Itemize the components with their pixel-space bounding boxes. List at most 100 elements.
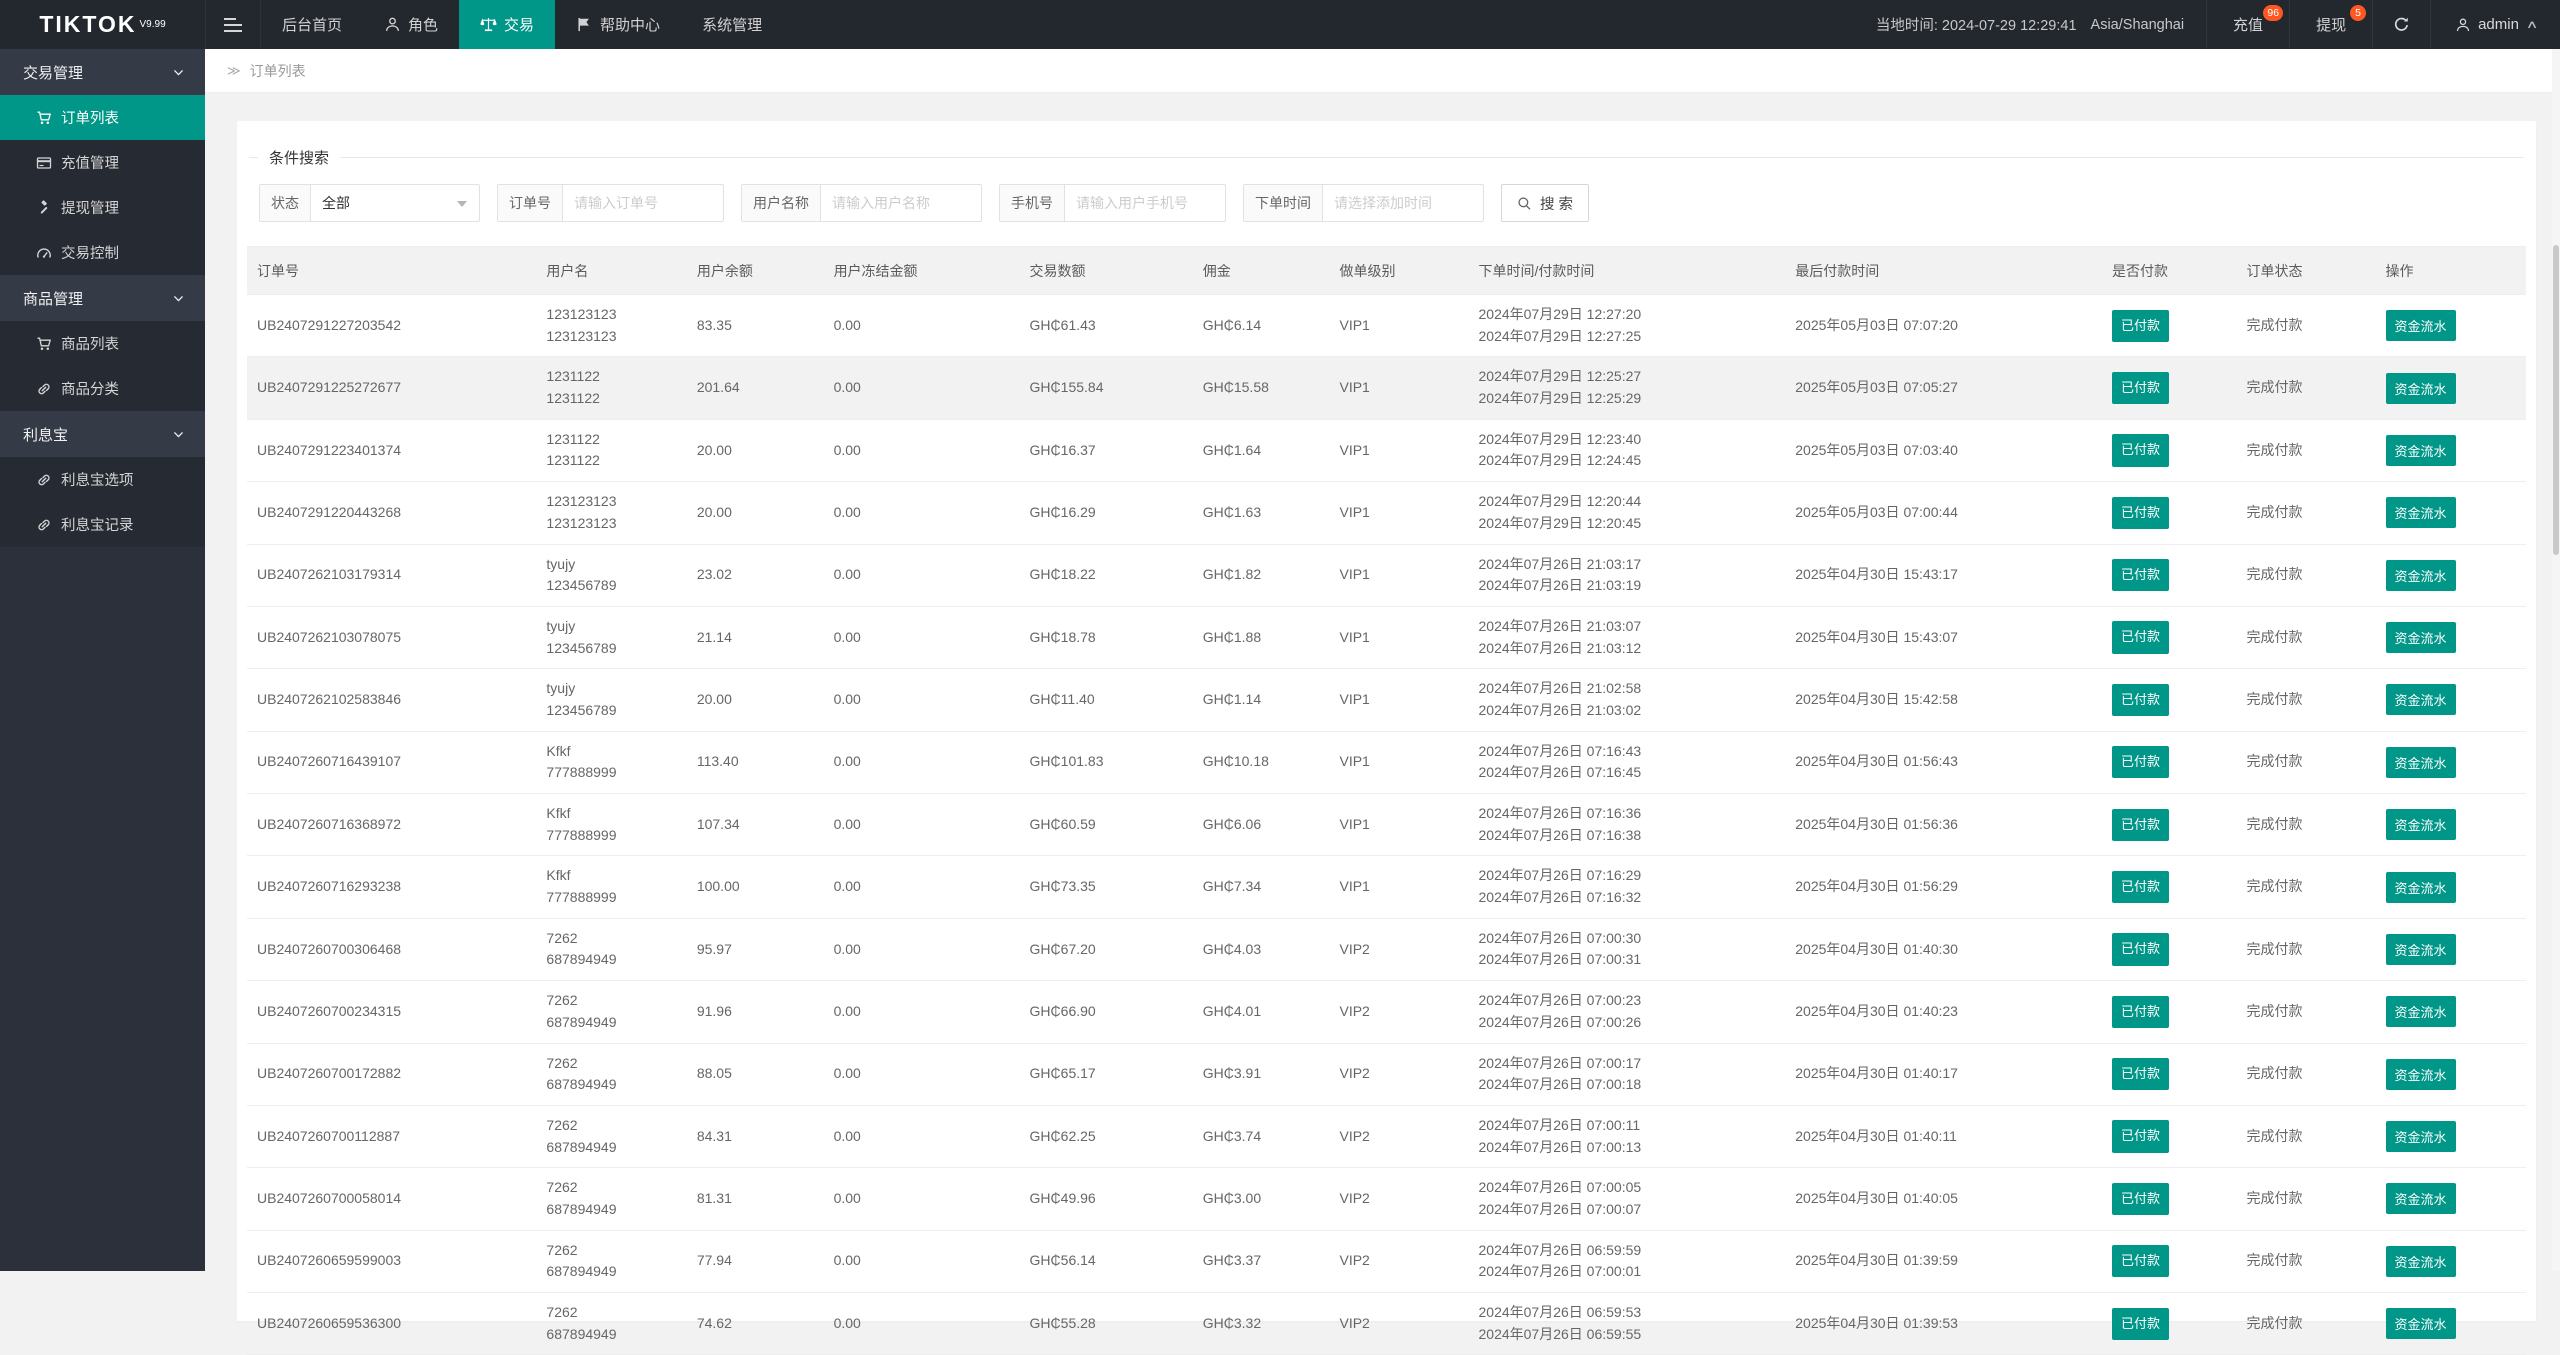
vertical-scrollbar[interactable]	[2552, 49, 2560, 1271]
table-row[interactable]: UB2407291223401374 12311221231122 20.00 …	[247, 419, 2526, 481]
sidebar-group-goods[interactable]: 商品管理	[0, 275, 205, 321]
breadcrumb: ≫ 订单列表	[205, 49, 2560, 93]
cell-order-status: 完成付款	[2236, 794, 2375, 856]
nav-item-help[interactable]: 帮助中心	[555, 0, 681, 49]
cell-order-pay-time: 2024年07月29日 12:27:202024年07月29日 12:27:25	[1469, 295, 1786, 357]
nav-item-system[interactable]: 系统管理	[681, 0, 783, 49]
cell-order-pay-time: 2024年07月29日 12:23:402024年07月29日 12:24:45	[1469, 419, 1786, 481]
scrollbar-thumb[interactable]	[2553, 245, 2559, 555]
fund-flow-button[interactable]: 资金流水	[2386, 1246, 2456, 1277]
cell-is-paid: 已付款	[2102, 482, 2236, 544]
table-row[interactable]: UB2407260700112887 7262687894949 84.31 0…	[247, 1105, 2526, 1167]
phone-input[interactable]	[1065, 185, 1225, 221]
fund-flow-button[interactable]: 资金流水	[2386, 809, 2456, 840]
user-menu[interactable]: admin ∧	[2430, 0, 2560, 49]
recharge-link[interactable]: 充值96	[2206, 0, 2289, 49]
paid-badge: 已付款	[2112, 684, 2169, 716]
cell-frozen: 0.00	[824, 669, 1020, 731]
col-order-pay-time: 下单时间/付款时间	[1469, 247, 1786, 295]
fund-flow-button[interactable]: 资金流水	[2386, 1059, 2456, 1090]
search-button[interactable]: 搜 索	[1501, 184, 1589, 222]
fund-flow-button[interactable]: 资金流水	[2386, 747, 2456, 778]
withdraw-link[interactable]: 提现5	[2289, 0, 2372, 49]
fund-flow-button[interactable]: 资金流水	[2386, 1183, 2456, 1214]
username: admin	[2478, 16, 2519, 33]
sidebar-group-trade[interactable]: 交易管理	[0, 49, 205, 95]
table-row[interactable]: UB2407262102583846 tyujy123456789 20.00 …	[247, 669, 2526, 731]
sidebar-item-trade-control[interactable]: 交易控制	[0, 230, 205, 275]
fund-flow-button[interactable]: 资金流水	[2386, 996, 2456, 1027]
cell-order-status: 完成付款	[2236, 1293, 2375, 1355]
cell-actions: 资金流水	[2376, 794, 2527, 856]
table-row[interactable]: UB2407262103179314 tyujy123456789 23.02 …	[247, 544, 2526, 606]
cell-actions: 资金流水	[2376, 731, 2527, 793]
refresh-button[interactable]	[2372, 0, 2430, 49]
table-row[interactable]: UB2407291220443268 123123123123123123 20…	[247, 482, 2526, 544]
cell-username: 123123123123123123	[536, 295, 686, 357]
cell-frozen: 0.00	[824, 295, 1020, 357]
fund-flow-button[interactable]: 资金流水	[2386, 497, 2456, 528]
cell-frozen: 0.00	[824, 981, 1020, 1043]
col-frozen: 用户冻结金额	[824, 247, 1020, 295]
cell-level: VIP2	[1329, 981, 1468, 1043]
cell-actions: 资金流水	[2376, 1293, 2527, 1355]
sidebar-item-order-list[interactable]: 订单列表	[0, 95, 205, 140]
sidebar-group-interest[interactable]: 利息宝	[0, 411, 205, 457]
sidebar-item-withdraw-mgmt[interactable]: 提现管理	[0, 185, 205, 230]
cell-frozen: 0.00	[824, 918, 1020, 980]
table-row[interactable]: UB2407262103078075 tyujy123456789 21.14 …	[247, 606, 2526, 668]
cell-order-pay-time: 2024年07月29日 12:25:272024年07月29日 12:25:29	[1469, 357, 1786, 419]
cell-balance: 95.97	[687, 918, 824, 980]
sidebar-item-recharge-mgmt[interactable]: 充值管理	[0, 140, 205, 185]
fund-flow-button[interactable]: 资金流水	[2386, 373, 2456, 404]
hamburger-icon	[224, 24, 242, 26]
fund-flow-button[interactable]: 资金流水	[2386, 310, 2456, 341]
status-select[interactable]: 全部	[311, 185, 479, 221]
table-row[interactable]: UB2407260716293238 Kfkf777888999 100.00 …	[247, 856, 2526, 918]
sidebar-toggle-button[interactable]	[205, 0, 261, 49]
cell-balance: 81.31	[687, 1168, 824, 1230]
table-row[interactable]: UB2407260700058014 7262687894949 81.31 0…	[247, 1168, 2526, 1230]
table-row[interactable]: UB2407260716439107 Kfkf777888999 113.40 …	[247, 731, 2526, 793]
table-row[interactable]: UB2407260700234315 7262687894949 91.96 0…	[247, 981, 2526, 1043]
nav-item-home[interactable]: 后台首页	[261, 0, 363, 49]
sidebar-item-interest-options[interactable]: 利息宝选项	[0, 457, 205, 502]
cell-order-status: 完成付款	[2236, 1168, 2375, 1230]
fund-flow-button[interactable]: 资金流水	[2386, 872, 2456, 903]
fund-flow-button[interactable]: 资金流水	[2386, 622, 2456, 653]
table-row[interactable]: UB2407291227203542 123123123123123123 83…	[247, 295, 2526, 357]
order-no-input[interactable]	[563, 185, 723, 221]
table-row[interactable]: UB2407260659599003 7262687894949 77.94 0…	[247, 1230, 2526, 1292]
cell-level: VIP1	[1329, 357, 1468, 419]
cell-is-paid: 已付款	[2102, 794, 2236, 856]
cell-level: VIP2	[1329, 1230, 1468, 1292]
table-row[interactable]: UB2407260659536300 7262687894949 74.62 0…	[247, 1293, 2526, 1355]
paid-badge: 已付款	[2112, 1120, 2169, 1152]
table-row[interactable]: UB2407291225272677 12311221231122 201.64…	[247, 357, 2526, 419]
sidebar-item-goods-list[interactable]: 商品列表	[0, 321, 205, 366]
cell-last-pay-time: 2025年04月30日 15:43:07	[1785, 606, 2102, 668]
fund-flow-button[interactable]: 资金流水	[2386, 435, 2456, 466]
table-row[interactable]: UB2407260716368972 Kfkf777888999 107.34 …	[247, 794, 2526, 856]
cell-balance: 20.00	[687, 419, 824, 481]
table-row[interactable]: UB2407260700172882 7262687894949 88.05 0…	[247, 1043, 2526, 1105]
sidebar-item-goods-category[interactable]: 商品分类	[0, 366, 205, 411]
fund-flow-button[interactable]: 资金流水	[2386, 560, 2456, 591]
sidebar-item-interest-records[interactable]: 利息宝记录	[0, 502, 205, 547]
gauge-icon	[36, 245, 52, 261]
table-row[interactable]: UB2407260700306468 7262687894949 95.97 0…	[247, 918, 2526, 980]
fund-flow-button[interactable]: 资金流水	[2386, 1121, 2456, 1152]
fund-flow-button[interactable]: 资金流水	[2386, 684, 2456, 715]
user-name-input[interactable]	[821, 185, 981, 221]
fund-flow-button[interactable]: 资金流水	[2386, 934, 2456, 965]
fund-flow-button[interactable]: 资金流水	[2386, 1308, 2456, 1339]
cell-amount: GH₵56.14	[1020, 1230, 1193, 1292]
nav-item-roles[interactable]: 角色	[363, 0, 459, 49]
order-time-input[interactable]	[1323, 185, 1483, 221]
nav-item-trade[interactable]: 交易	[459, 0, 555, 49]
cell-balance: 201.64	[687, 357, 824, 419]
cell-actions: 资金流水	[2376, 1043, 2527, 1105]
col-order-status: 订单状态	[2236, 247, 2375, 295]
link-icon	[36, 517, 52, 533]
cell-last-pay-time: 2025年05月03日 07:07:20	[1785, 295, 2102, 357]
